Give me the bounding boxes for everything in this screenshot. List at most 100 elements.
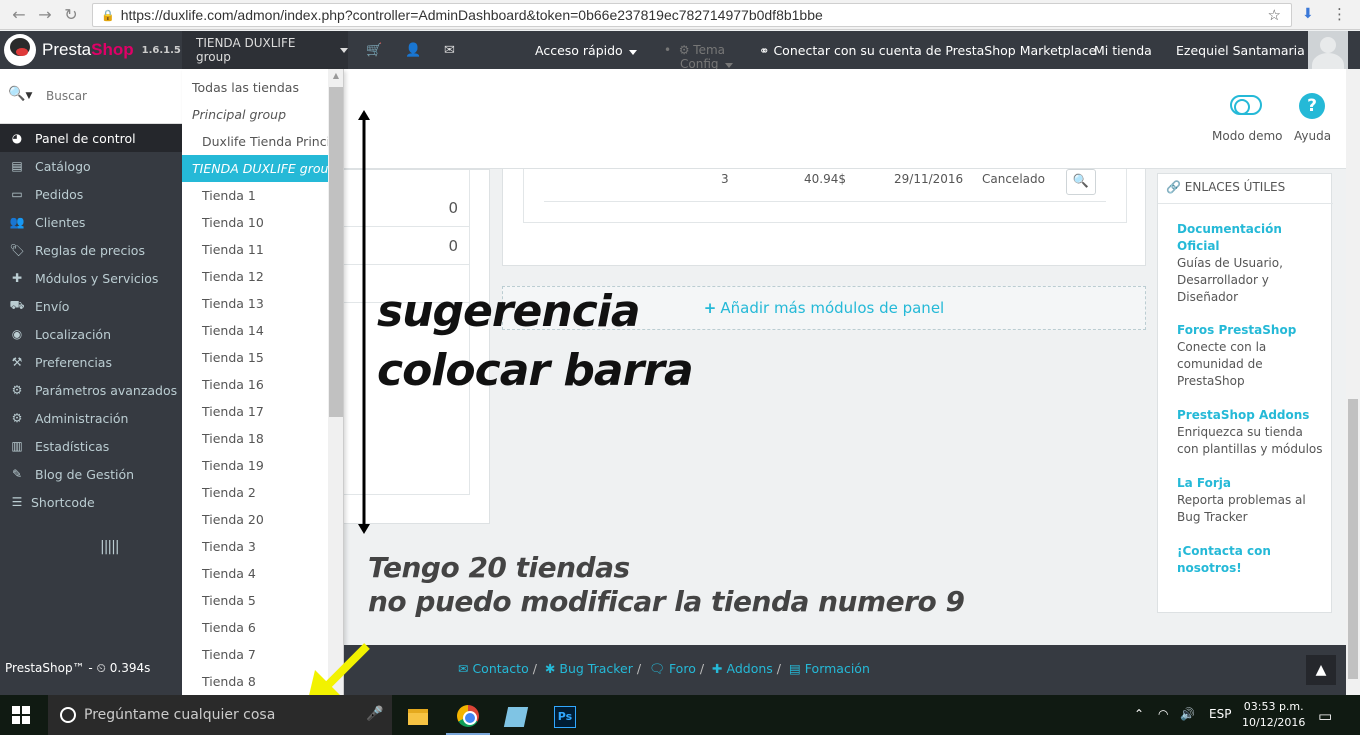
sidebar-item-price-rules[interactable]: 🏷 Reglas de precios xyxy=(0,236,182,264)
sidebar-item-localization[interactable]: ◉ Localización xyxy=(0,320,182,348)
mail-icon[interactable]: ✉ xyxy=(444,43,455,58)
dropdown-shop-principal[interactable]: Duxlife Tienda Principal xyxy=(182,128,328,155)
dashboard-icon: ◕ xyxy=(11,131,23,145)
sidebar-item-preferences[interactable]: ⚒ Preferencias xyxy=(0,348,182,376)
dropdown-shop-item[interactable]: Tienda 5 xyxy=(182,587,328,614)
reload-button[interactable]: ↻ xyxy=(58,2,84,28)
tag-icon: 🏷 xyxy=(9,243,25,257)
user-menu[interactable]: Ezequiel Santamaria xyxy=(1176,43,1319,58)
taskbar-file-explorer[interactable] xyxy=(396,699,440,735)
sidebar-item-dashboard[interactable]: ◕ Panel de control xyxy=(0,124,182,152)
language-indicator[interactable]: ESP xyxy=(1209,707,1231,721)
sidebar-item-blog[interactable]: ✎ Blog de Gestión xyxy=(0,460,182,488)
sidebar: 🔍▼ ◕Panel de control ▤Catálogo ▭Pedidos … xyxy=(0,69,182,695)
bookmark-star-icon[interactable]: ☆ xyxy=(1268,6,1281,24)
my-store-link[interactable]: Mi tienda xyxy=(1094,43,1152,58)
clock-icon: ⏲ xyxy=(96,661,106,675)
taskbar-notes[interactable] xyxy=(494,699,538,735)
taskbar-photoshop[interactable]: Ps xyxy=(543,699,587,735)
sidebar-item-shortcode[interactable]: ☰ Shortcode xyxy=(0,488,182,516)
dropdown-shop-item[interactable]: Tienda 13 xyxy=(182,290,328,317)
help-icon[interactable]: ? xyxy=(1299,93,1325,119)
footer-link-bugtracker[interactable]: ✱ Bug Tracker xyxy=(545,661,633,676)
dropdown-shop-item[interactable]: Tienda 1 xyxy=(182,182,328,209)
shop-selector[interactable]: TIENDA DUXLIFE group xyxy=(182,31,348,69)
globe-icon: ◉ xyxy=(11,327,23,341)
dropdown-scrollbar[interactable]: ▲ xyxy=(328,69,343,695)
dropdown-shop-item[interactable]: Tienda 12 xyxy=(182,263,328,290)
footer-link-addons[interactable]: ✚ Addons xyxy=(712,661,773,676)
page-scroll-thumb[interactable] xyxy=(1348,399,1358,679)
microphone-icon[interactable]: 🎤 xyxy=(366,706,383,722)
collapse-menu-icon[interactable]: ||||| xyxy=(100,539,120,555)
footer-link-training[interactable]: ▤ Formación xyxy=(789,661,870,676)
dropdown-shop-item[interactable]: Tienda 4 xyxy=(182,560,328,587)
tray-expand-icon[interactable]: ⌃ xyxy=(1134,707,1144,721)
list-icon: ☰ xyxy=(11,495,23,509)
avatar[interactable] xyxy=(1308,31,1348,69)
search-icon[interactable]: 🔍▼ xyxy=(8,86,32,102)
sidebar-item-advanced-params[interactable]: ⚙ Parámetros avanzados xyxy=(0,376,182,404)
search-input[interactable] xyxy=(46,83,180,109)
view-order-button[interactable]: 🔍 xyxy=(1066,169,1096,195)
link-forums[interactable]: Foros PrestaShop Conecte con la comunidad… xyxy=(1177,322,1327,390)
dropdown-shop-item[interactable]: Tienda 3 xyxy=(182,533,328,560)
volume-icon[interactable]: 🔊 xyxy=(1180,707,1195,721)
dropdown-shop-item[interactable]: Tienda 19 xyxy=(182,452,328,479)
sidebar-item-stats[interactable]: ▥ Estadísticas xyxy=(0,432,182,460)
link-contact[interactable]: ¡Contacta con nosotros! xyxy=(1177,543,1327,577)
cart-icon[interactable]: 🛒 xyxy=(366,43,382,58)
dropdown-shop-item[interactable]: Tienda 11 xyxy=(182,236,328,263)
sidebar-item-orders[interactable]: ▭ Pedidos xyxy=(0,180,182,208)
dropdown-shop-item[interactable]: Tienda 2 xyxy=(182,479,328,506)
wifi-icon[interactable]: ◠ xyxy=(1158,707,1168,721)
link-forge[interactable]: La Forja Reporta problemas al Bug Tracker xyxy=(1177,475,1327,526)
user-icon[interactable]: 👤 xyxy=(405,43,421,58)
taskbar-clock[interactable]: 03:53 p.m. 10/12/2016 xyxy=(1242,699,1305,731)
dropdown-scroll-thumb[interactable] xyxy=(329,87,343,417)
sidebar-item-catalog[interactable]: ▤ Catálogo xyxy=(0,152,182,180)
link-addons[interactable]: PrestaShop Addons Enriquezca su tienda co… xyxy=(1177,407,1327,458)
footer-link-forum[interactable]: 🗨 Foro xyxy=(649,661,696,676)
sidebar-item-shipping[interactable]: ⛟ Envío xyxy=(0,292,182,320)
quick-access-menu[interactable]: Acceso rápido xyxy=(535,43,637,58)
useful-links-title: 🔗 ENLACES ÚTILES xyxy=(1166,180,1286,194)
prestashop-logo[interactable]: PrestaShop 1.6.1.5 xyxy=(0,31,182,69)
catalog-icon: ▤ xyxy=(11,159,23,173)
dropdown-shop-item[interactable]: Tienda 10 xyxy=(182,209,328,236)
page-scrollbar[interactable] xyxy=(1346,69,1360,695)
puzzle-icon: ✚ xyxy=(11,271,23,285)
taskbar-chrome[interactable] xyxy=(446,699,490,735)
dropdown-shop-item[interactable]: Tienda 18 xyxy=(182,425,328,452)
browser-menu-icon[interactable]: ⋮ xyxy=(1332,5,1347,23)
sidebar-item-customers[interactable]: 👥 Clientes xyxy=(0,208,182,236)
demo-mode-label[interactable]: Modo demo xyxy=(1212,129,1283,143)
notifications-icon[interactable]: ▭ xyxy=(1318,707,1332,725)
forward-button[interactable]: → xyxy=(32,2,58,28)
sidebar-item-administration[interactable]: ⚙ Administración xyxy=(0,404,182,432)
scroll-to-top-button[interactable]: ▲ xyxy=(1306,655,1336,685)
orders-icon: ▭ xyxy=(11,187,23,201)
footer-link-contact[interactable]: ✉ Contacto xyxy=(458,661,529,676)
cortana-search-box[interactable]: Pregúntame cualquier cosa 🎤 xyxy=(48,695,392,735)
dropdown-shop-item[interactable]: Tienda 17 xyxy=(182,398,328,425)
marketplace-link[interactable]: ⚭ Conectar con su cuenta de PrestaShop M… xyxy=(759,43,1096,58)
windows-start-icon[interactable] xyxy=(12,706,30,724)
dropdown-shop-item[interactable]: Tienda 20 xyxy=(182,506,328,533)
scroll-up-arrow-icon[interactable]: ▲ xyxy=(328,71,343,80)
dropdown-group-duxlife[interactable]: TIENDA DUXLIFE group xyxy=(182,155,343,182)
dropdown-shop-item[interactable]: Tienda 14 xyxy=(182,317,328,344)
theme-config-menu[interactable]: • ⚙ Tema Config xyxy=(664,43,733,71)
dropdown-all-stores[interactable]: Todas las tiendas xyxy=(182,74,328,101)
extension-icon[interactable]: ⬇ xyxy=(1302,6,1314,22)
back-button[interactable]: ← xyxy=(6,2,32,28)
demo-mode-toggle-icon[interactable] xyxy=(1230,95,1262,115)
dropdown-shop-item[interactable]: Tienda 16 xyxy=(182,371,328,398)
help-label[interactable]: Ayuda xyxy=(1294,129,1331,143)
sidebar-item-modules[interactable]: ✚ Módulos y Servicios xyxy=(0,264,182,292)
address-bar[interactable]: 🔒 https://duxlife.com/admon/index.php?co… xyxy=(92,3,1292,27)
dropdown-shop-item[interactable]: Tienda 6 xyxy=(182,614,328,641)
dropdown-shop-item[interactable]: Tienda 15 xyxy=(182,344,328,371)
link-documentation[interactable]: Documentación Oficial Guías de Usuario, D… xyxy=(1177,221,1327,306)
dropdown-group-principal[interactable]: Principal group xyxy=(182,101,328,128)
